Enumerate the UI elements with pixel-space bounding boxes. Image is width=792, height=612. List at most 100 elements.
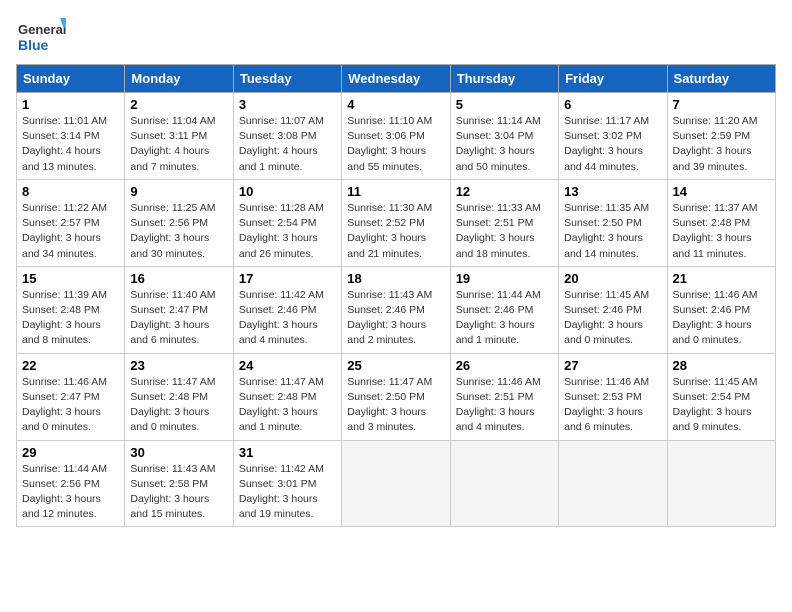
calendar-cell: 20 Sunrise: 11:45 AMSunset: 2:46 PMDayli… (559, 266, 667, 353)
day-info: Sunrise: 11:46 AMSunset: 2:47 PMDaylight… (22, 376, 107, 434)
day-info: Sunrise: 11:10 AMSunset: 3:06 PMDaylight… (347, 115, 432, 173)
calendar-cell: 1 Sunrise: 11:01 AMSunset: 3:14 PMDaylig… (17, 93, 125, 180)
day-info: Sunrise: 11:37 AMSunset: 2:48 PMDaylight… (673, 202, 758, 260)
day-info: Sunrise: 11:43 AMSunset: 2:58 PMDaylight… (130, 463, 215, 521)
day-number: 12 (456, 184, 553, 199)
day-of-week-saturday: Saturday (667, 65, 775, 93)
day-info: Sunrise: 11:40 AMSunset: 2:47 PMDaylight… (130, 289, 215, 347)
day-number: 26 (456, 358, 553, 373)
day-number: 19 (456, 271, 553, 286)
svg-text:General: General (18, 22, 66, 37)
day-number: 2 (130, 97, 227, 112)
day-info: Sunrise: 11:47 AMSunset: 2:48 PMDaylight… (130, 376, 215, 434)
day-number: 22 (22, 358, 119, 373)
day-number: 20 (564, 271, 661, 286)
day-number: 11 (347, 184, 444, 199)
day-number: 31 (239, 445, 336, 460)
day-info: Sunrise: 11:42 AMSunset: 3:01 PMDaylight… (239, 463, 324, 521)
day-info: Sunrise: 11:17 AMSunset: 3:02 PMDaylight… (564, 115, 649, 173)
calendar-cell: 29 Sunrise: 11:44 AMSunset: 2:56 PMDayli… (17, 440, 125, 527)
day-info: Sunrise: 11:22 AMSunset: 2:57 PMDaylight… (22, 202, 107, 260)
calendar-cell: 22 Sunrise: 11:46 AMSunset: 2:47 PMDayli… (17, 353, 125, 440)
calendar-cell: 2 Sunrise: 11:04 AMSunset: 3:11 PMDaylig… (125, 93, 233, 180)
calendar-cell: 18 Sunrise: 11:43 AMSunset: 2:46 PMDayli… (342, 266, 450, 353)
day-number: 14 (673, 184, 770, 199)
calendar-cell: 4 Sunrise: 11:10 AMSunset: 3:06 PMDaylig… (342, 93, 450, 180)
day-info: Sunrise: 11:46 AMSunset: 2:53 PMDaylight… (564, 376, 649, 434)
day-number: 21 (673, 271, 770, 286)
calendar-cell (342, 440, 450, 527)
day-of-week-monday: Monday (125, 65, 233, 93)
day-info: Sunrise: 11:04 AMSunset: 3:11 PMDaylight… (130, 115, 215, 173)
day-info: Sunrise: 11:45 AMSunset: 2:46 PMDaylight… (564, 289, 649, 347)
day-info: Sunrise: 11:33 AMSunset: 2:51 PMDaylight… (456, 202, 541, 260)
calendar-cell: 7 Sunrise: 11:20 AMSunset: 2:59 PMDaylig… (667, 93, 775, 180)
day-info: Sunrise: 11:07 AMSunset: 3:08 PMDaylight… (239, 115, 324, 173)
day-number: 27 (564, 358, 661, 373)
day-number: 10 (239, 184, 336, 199)
day-number: 25 (347, 358, 444, 373)
logo-svg: General Blue (16, 16, 66, 56)
calendar-cell: 13 Sunrise: 11:35 AMSunset: 2:50 PMDayli… (559, 179, 667, 266)
day-number: 4 (347, 97, 444, 112)
calendar-cell: 5 Sunrise: 11:14 AMSunset: 3:04 PMDaylig… (450, 93, 558, 180)
day-number: 18 (347, 271, 444, 286)
calendar-cell: 24 Sunrise: 11:47 AMSunset: 2:48 PMDayli… (233, 353, 341, 440)
day-info: Sunrise: 11:28 AMSunset: 2:54 PMDaylight… (239, 202, 324, 260)
calendar-cell: 27 Sunrise: 11:46 AMSunset: 2:53 PMDayli… (559, 353, 667, 440)
calendar-cell (559, 440, 667, 527)
day-info: Sunrise: 11:43 AMSunset: 2:46 PMDaylight… (347, 289, 432, 347)
day-info: Sunrise: 11:01 AMSunset: 3:14 PMDaylight… (22, 115, 107, 173)
calendar-cell: 6 Sunrise: 11:17 AMSunset: 3:02 PMDaylig… (559, 93, 667, 180)
calendar: SundayMondayTuesdayWednesdayThursdayFrid… (16, 64, 776, 527)
header: General Blue (16, 16, 776, 56)
day-of-week-thursday: Thursday (450, 65, 558, 93)
day-number: 3 (239, 97, 336, 112)
day-number: 28 (673, 358, 770, 373)
day-number: 7 (673, 97, 770, 112)
day-info: Sunrise: 11:47 AMSunset: 2:50 PMDaylight… (347, 376, 432, 434)
calendar-cell: 11 Sunrise: 11:30 AMSunset: 2:52 PMDayli… (342, 179, 450, 266)
day-of-week-tuesday: Tuesday (233, 65, 341, 93)
day-number: 13 (564, 184, 661, 199)
day-info: Sunrise: 11:46 AMSunset: 2:46 PMDaylight… (673, 289, 758, 347)
day-info: Sunrise: 11:45 AMSunset: 2:54 PMDaylight… (673, 376, 758, 434)
calendar-week-1: 1 Sunrise: 11:01 AMSunset: 3:14 PMDaylig… (17, 93, 776, 180)
calendar-cell: 30 Sunrise: 11:43 AMSunset: 2:58 PMDayli… (125, 440, 233, 527)
day-info: Sunrise: 11:42 AMSunset: 2:46 PMDaylight… (239, 289, 324, 347)
calendar-week-4: 22 Sunrise: 11:46 AMSunset: 2:47 PMDayli… (17, 353, 776, 440)
calendar-cell (450, 440, 558, 527)
day-info: Sunrise: 11:46 AMSunset: 2:51 PMDaylight… (456, 376, 541, 434)
day-info: Sunrise: 11:20 AMSunset: 2:59 PMDaylight… (673, 115, 758, 173)
calendar-week-2: 8 Sunrise: 11:22 AMSunset: 2:57 PMDaylig… (17, 179, 776, 266)
day-info: Sunrise: 11:30 AMSunset: 2:52 PMDaylight… (347, 202, 432, 260)
day-of-week-friday: Friday (559, 65, 667, 93)
day-number: 8 (22, 184, 119, 199)
day-info: Sunrise: 11:39 AMSunset: 2:48 PMDaylight… (22, 289, 107, 347)
day-number: 30 (130, 445, 227, 460)
calendar-cell: 9 Sunrise: 11:25 AMSunset: 2:56 PMDaylig… (125, 179, 233, 266)
logo: General Blue (16, 16, 66, 56)
day-number: 9 (130, 184, 227, 199)
day-of-week-wednesday: Wednesday (342, 65, 450, 93)
calendar-cell: 21 Sunrise: 11:46 AMSunset: 2:46 PMDayli… (667, 266, 775, 353)
day-info: Sunrise: 11:35 AMSunset: 2:50 PMDaylight… (564, 202, 649, 260)
calendar-cell: 10 Sunrise: 11:28 AMSunset: 2:54 PMDayli… (233, 179, 341, 266)
calendar-cell (667, 440, 775, 527)
calendar-cell: 31 Sunrise: 11:42 AMSunset: 3:01 PMDayli… (233, 440, 341, 527)
day-info: Sunrise: 11:14 AMSunset: 3:04 PMDaylight… (456, 115, 541, 173)
day-number: 5 (456, 97, 553, 112)
calendar-cell: 19 Sunrise: 11:44 AMSunset: 2:46 PMDayli… (450, 266, 558, 353)
calendar-cell: 14 Sunrise: 11:37 AMSunset: 2:48 PMDayli… (667, 179, 775, 266)
day-number: 17 (239, 271, 336, 286)
day-number: 6 (564, 97, 661, 112)
day-of-week-sunday: Sunday (17, 65, 125, 93)
calendar-cell: 15 Sunrise: 11:39 AMSunset: 2:48 PMDayli… (17, 266, 125, 353)
day-info: Sunrise: 11:44 AMSunset: 2:56 PMDaylight… (22, 463, 107, 521)
day-info: Sunrise: 11:47 AMSunset: 2:48 PMDaylight… (239, 376, 324, 434)
day-info: Sunrise: 11:25 AMSunset: 2:56 PMDaylight… (130, 202, 215, 260)
calendar-cell: 3 Sunrise: 11:07 AMSunset: 3:08 PMDaylig… (233, 93, 341, 180)
calendar-cell: 26 Sunrise: 11:46 AMSunset: 2:51 PMDayli… (450, 353, 558, 440)
calendar-cell: 8 Sunrise: 11:22 AMSunset: 2:57 PMDaylig… (17, 179, 125, 266)
day-number: 23 (130, 358, 227, 373)
